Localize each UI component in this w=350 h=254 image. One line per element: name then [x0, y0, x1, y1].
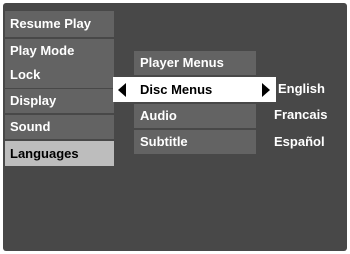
menu-item-play-mode-lock[interactable]: Play Mode Lock — [5, 39, 114, 88]
menu-item-label: Sound — [10, 119, 51, 134]
arrow-right-icon[interactable] — [262, 82, 270, 97]
submenu-item-label: Disc Menus — [140, 82, 213, 97]
menu-item-label: Languages — [10, 146, 79, 161]
menu-item-label: Lock — [10, 67, 41, 82]
language-option-espanol[interactable]: Español — [274, 134, 325, 149]
language-option-english[interactable]: English — [278, 81, 325, 96]
menu-item-resume-play[interactable]: Resume Play — [5, 11, 114, 37]
menu-item-languages[interactable]: Languages — [5, 141, 114, 166]
arrow-left-icon[interactable] — [118, 82, 126, 97]
submenu-item-label: Audio — [140, 108, 177, 123]
menu-item-label: Display — [10, 93, 57, 108]
menu-item-display[interactable]: Display — [5, 89, 114, 113]
submenu-item-subtitle[interactable]: Subtitle — [134, 130, 256, 154]
submenu-item-disc-menus[interactable]: Disc Menus — [113, 77, 276, 102]
dvd-settings-screen: Resume Play Play Mode Lock Display Sound… — [3, 3, 347, 251]
submenu-item-label: Player Menus — [140, 55, 224, 70]
submenu-item-player-menus[interactable]: Player Menus — [134, 51, 256, 75]
language-option-francais[interactable]: Francais — [274, 107, 327, 122]
menu-item-sound[interactable]: Sound — [5, 115, 114, 139]
submenu-item-audio[interactable]: Audio — [134, 104, 256, 128]
submenu-item-label: Subtitle — [140, 134, 188, 149]
menu-item-label: Play Mode — [10, 43, 75, 58]
menu-item-label: Resume Play — [10, 16, 91, 31]
